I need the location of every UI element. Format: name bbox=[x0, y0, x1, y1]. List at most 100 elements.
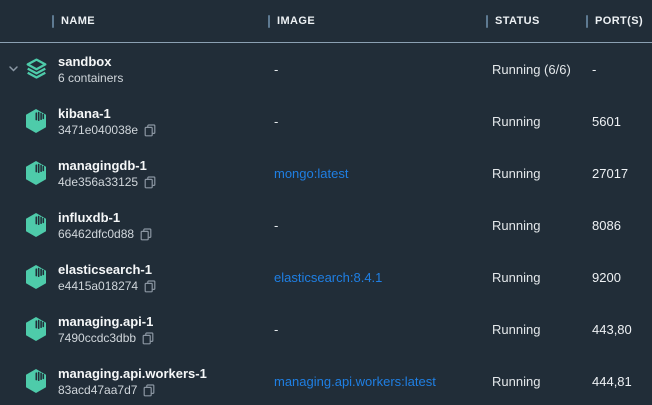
table-row[interactable]: elasticsearch-1 e4415a018274 elasticsear… bbox=[0, 251, 652, 303]
header-cell-status[interactable]: STATUS bbox=[486, 0, 586, 42]
image-cell: - bbox=[268, 114, 486, 129]
ports-label: 9200 bbox=[592, 270, 621, 285]
row-icon-cell bbox=[0, 43, 52, 95]
image-label[interactable]: mongo:latest bbox=[274, 166, 348, 181]
ports-label: 444,81 bbox=[592, 374, 632, 389]
name-cell: elasticsearch-1 e4415a018274 bbox=[52, 261, 268, 294]
ports-label: 443,80 bbox=[592, 322, 632, 337]
header-cell-name[interactable]: NAME bbox=[52, 0, 268, 42]
ports-cell: - bbox=[586, 62, 652, 77]
container-name[interactable]: managing.api-1 bbox=[58, 313, 153, 330]
row-icon-cell bbox=[0, 355, 52, 405]
ports-cell: 444,81 bbox=[586, 374, 652, 389]
copy-icon[interactable] bbox=[144, 176, 156, 189]
container-id: 3471e040038e bbox=[58, 123, 138, 138]
ports-label: - bbox=[592, 62, 596, 77]
container-name[interactable]: elasticsearch-1 bbox=[58, 261, 152, 278]
chevron-down-icon[interactable] bbox=[8, 64, 19, 75]
table-row[interactable]: influxdb-1 66462dfc0d88 - Running bbox=[0, 199, 652, 251]
status-label: Running bbox=[492, 218, 540, 233]
copy-icon[interactable] bbox=[140, 228, 152, 241]
container-icon bbox=[24, 108, 48, 134]
column-divider bbox=[52, 15, 54, 28]
container-id: e4415a018274 bbox=[58, 279, 138, 294]
container-icon bbox=[24, 160, 48, 186]
image-label[interactable]: elasticsearch:8.4.1 bbox=[274, 270, 382, 285]
table-header: NAME IMAGE STATUS PORT(S) bbox=[0, 0, 652, 43]
containers-table: NAME IMAGE STATUS PORT(S) bbox=[0, 0, 652, 405]
row-icon-cell bbox=[0, 147, 52, 199]
table-row[interactable]: managing.api-1 7490ccdc3dbb - Running bbox=[0, 303, 652, 355]
name-cell: managing.api-1 7490ccdc3dbb bbox=[52, 313, 268, 346]
container-name[interactable]: sandbox bbox=[58, 53, 111, 70]
copy-icon[interactable] bbox=[144, 280, 156, 293]
row-icon-cell bbox=[0, 251, 52, 303]
container-id: 4de356a33125 bbox=[58, 175, 138, 190]
table-row[interactable]: managingdb-1 4de356a33125 mongo:latest R… bbox=[0, 147, 652, 199]
ports-label: 8086 bbox=[592, 218, 621, 233]
copy-icon[interactable] bbox=[142, 332, 154, 345]
container-icon bbox=[24, 316, 48, 342]
container-name[interactable]: managingdb-1 bbox=[58, 157, 147, 174]
container-table-body: sandbox 6 containers - Running (6/6) - bbox=[0, 43, 652, 405]
name-cell: kibana-1 3471e040038e bbox=[52, 105, 268, 138]
ports-cell: 9200 bbox=[586, 270, 652, 285]
status-label: Running bbox=[492, 322, 540, 337]
header-cell-ports[interactable]: PORT(S) bbox=[586, 0, 652, 42]
container-id: 6 containers bbox=[58, 71, 123, 86]
header-cell-image[interactable]: IMAGE bbox=[268, 0, 486, 42]
image-cell: - bbox=[268, 322, 486, 337]
name-cell: managingdb-1 4de356a33125 bbox=[52, 157, 268, 190]
column-header-label: STATUS bbox=[495, 15, 540, 27]
status-label: Running bbox=[492, 166, 540, 181]
image-cell: - bbox=[268, 218, 486, 233]
status-cell: Running bbox=[486, 322, 586, 337]
image-cell: - bbox=[268, 62, 486, 77]
copy-icon[interactable] bbox=[143, 384, 155, 397]
status-cell: Running (6/6) bbox=[486, 62, 586, 77]
column-header-label: NAME bbox=[61, 15, 95, 27]
container-name[interactable]: kibana-1 bbox=[58, 105, 111, 122]
row-icon-cell bbox=[0, 95, 52, 147]
column-divider bbox=[586, 15, 588, 28]
container-icon bbox=[24, 264, 48, 290]
container-id: 66462dfc0d88 bbox=[58, 227, 134, 242]
table-row[interactable]: sandbox 6 containers - Running (6/6) - bbox=[0, 43, 652, 95]
stack-icon bbox=[24, 57, 49, 81]
ports-cell: 8086 bbox=[586, 218, 652, 233]
container-icon bbox=[24, 368, 48, 394]
image-label: - bbox=[274, 322, 278, 337]
column-header-label: IMAGE bbox=[277, 15, 315, 27]
table-row[interactable]: kibana-1 3471e040038e - Running bbox=[0, 95, 652, 147]
container-id: 83acd47aa7d7 bbox=[58, 383, 137, 398]
table-row[interactable]: managing.api.workers-1 83acd47aa7d7 mana… bbox=[0, 355, 652, 405]
status-label: Running bbox=[492, 114, 540, 129]
name-cell: managing.api.workers-1 83acd47aa7d7 bbox=[52, 365, 268, 398]
status-cell: Running bbox=[486, 270, 586, 285]
column-header-label: PORT(S) bbox=[595, 15, 643, 27]
ports-cell: 443,80 bbox=[586, 322, 652, 337]
status-label: Running bbox=[492, 270, 540, 285]
ports-label: 5601 bbox=[592, 114, 621, 129]
row-icon-cell bbox=[0, 303, 52, 355]
status-label: Running (6/6) bbox=[492, 62, 571, 77]
image-cell: mongo:latest bbox=[268, 166, 486, 181]
image-cell: elasticsearch:8.4.1 bbox=[268, 270, 486, 285]
image-cell: managing.api.workers:latest bbox=[268, 374, 486, 389]
header-cell-expander bbox=[0, 0, 52, 42]
status-cell: Running bbox=[486, 374, 586, 389]
status-cell: Running bbox=[486, 166, 586, 181]
container-name[interactable]: influxdb-1 bbox=[58, 209, 120, 226]
row-icon-cell bbox=[0, 199, 52, 251]
status-cell: Running bbox=[486, 218, 586, 233]
status-label: Running bbox=[492, 374, 540, 389]
copy-icon[interactable] bbox=[144, 124, 156, 137]
image-label[interactable]: managing.api.workers:latest bbox=[274, 374, 436, 389]
status-cell: Running bbox=[486, 114, 586, 129]
ports-label: 27017 bbox=[592, 166, 628, 181]
image-label: - bbox=[274, 62, 278, 77]
container-id: 7490ccdc3dbb bbox=[58, 331, 136, 346]
container-icon bbox=[24, 212, 48, 238]
container-name[interactable]: managing.api.workers-1 bbox=[58, 365, 207, 382]
name-cell: sandbox 6 containers bbox=[52, 53, 268, 86]
